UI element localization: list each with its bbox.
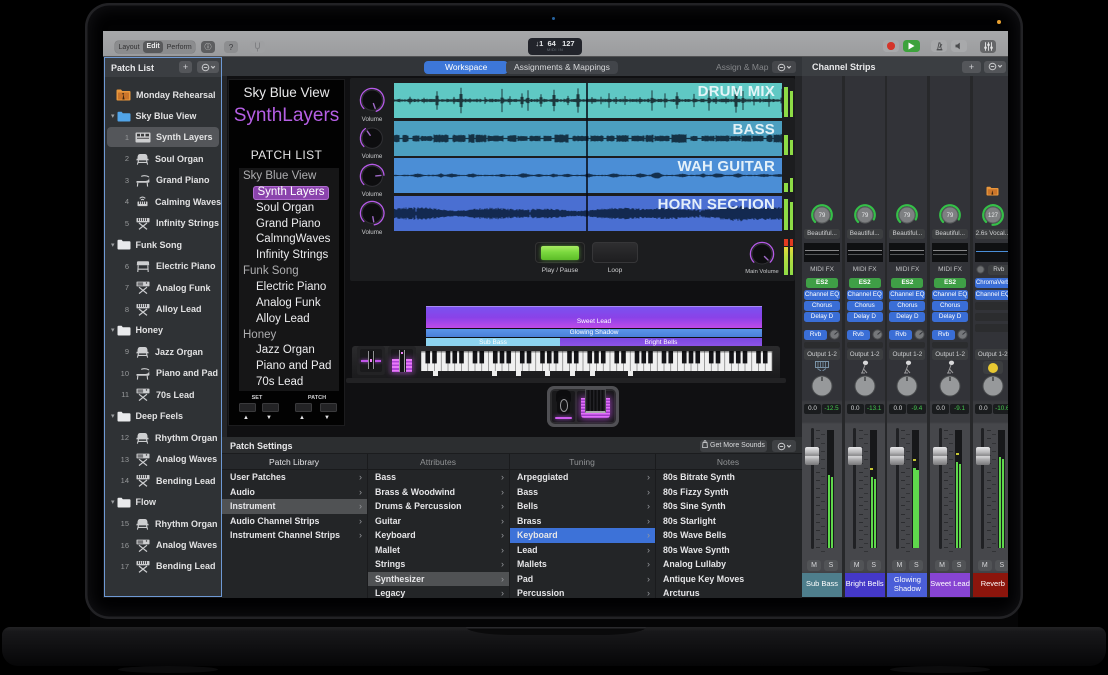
svg-text:127: 127 [988, 213, 999, 219]
svg-text:79: 79 [861, 213, 868, 219]
svg-text:79: 79 [947, 213, 954, 219]
svg-text:79: 79 [819, 213, 826, 219]
svg-text:79: 79 [904, 213, 911, 219]
